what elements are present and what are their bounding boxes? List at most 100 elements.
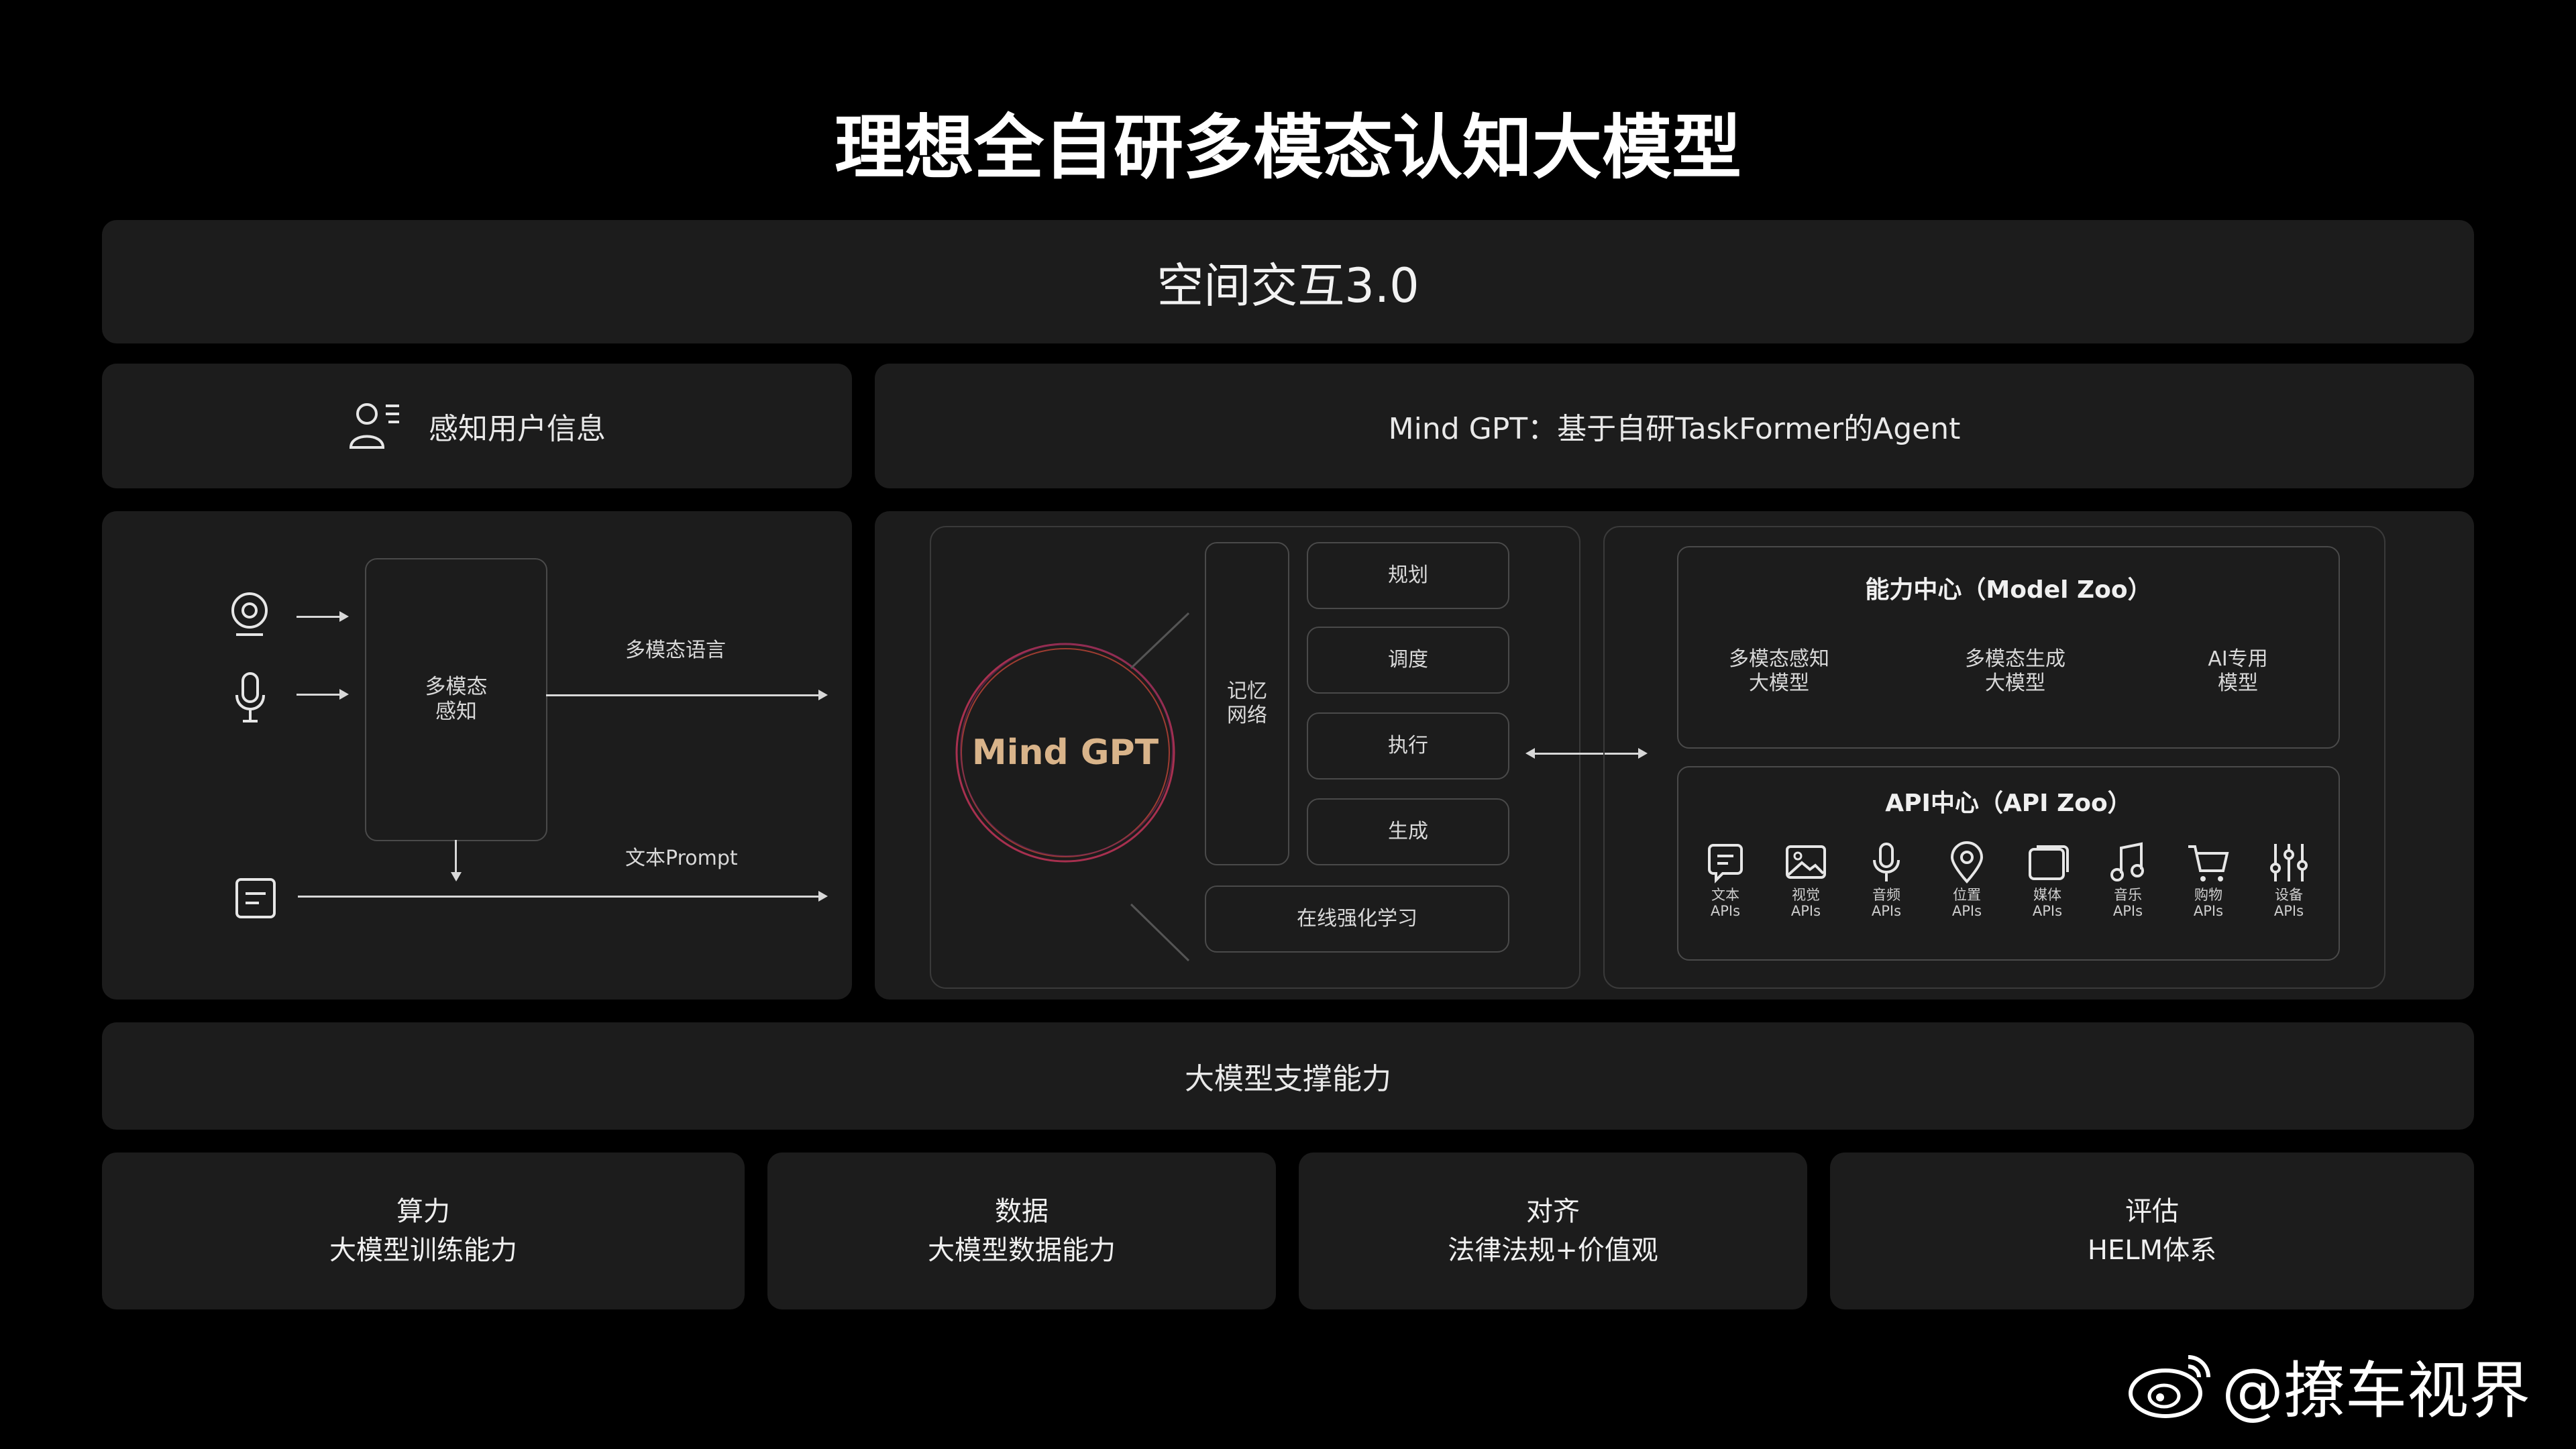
capability-item-line1: 多模态生成: [1965, 647, 2065, 671]
arrow-head-left-icon: [1525, 748, 1535, 759]
user-profile-icon: [349, 403, 399, 449]
capability-center-box: 能力中心（Model Zoo） 多模态感知 大模型 多模态生成 大模型 AI专用…: [1677, 546, 2340, 749]
api-item-line2: APIs: [2112, 903, 2143, 920]
music-note-icon: [2110, 842, 2144, 881]
api-item: 音频 APIs: [1860, 841, 1913, 942]
capability-item-line2: 模型: [2218, 672, 2258, 695]
api-item-line1: 音频: [1872, 887, 1900, 903]
capability-item: 多模态感知 大模型: [1692, 641, 1866, 702]
multimodal-perception-line1: 多模态: [425, 674, 488, 699]
api-item: 设备 APIs: [2262, 841, 2316, 942]
step-generation-label: 生成: [1388, 820, 1428, 843]
api-item: 位置 APIs: [1940, 841, 1994, 942]
evaluation-title: 评估: [2125, 1196, 2179, 1227]
step-planning-label: 规划: [1388, 564, 1428, 587]
capability-item-line2: 大模型: [1985, 672, 2045, 695]
api-item-line1: 设备: [2275, 887, 2303, 903]
api-item: 购物 APIs: [2182, 841, 2235, 942]
shopping-cart-icon: [2188, 845, 2229, 881]
arrow-head-icon: [339, 611, 349, 622]
online-rl-label: 在线强化学习: [1297, 907, 1417, 930]
evaluation-subtitle: HELM体系: [2087, 1235, 2217, 1266]
weibo-logo-icon: [2129, 1355, 2210, 1418]
api-item-line2: APIs: [1871, 903, 1902, 920]
text-prompt-label: 文本Prompt: [625, 847, 738, 870]
perceive-user-info-label: 感知用户信息: [429, 412, 606, 446]
multimodal-perception-line2: 感知: [435, 700, 477, 724]
data-panel: 数据 大模型数据能力: [767, 1152, 1276, 1309]
api-item-line1: 音乐: [2114, 887, 2142, 903]
api-item-line1: 位置: [1953, 887, 1981, 903]
api-center-title: API中心（API Zoo）: [1885, 790, 2132, 817]
api-item-line2: APIs: [2273, 903, 2304, 920]
step-planning-box: 规划: [1307, 542, 1509, 609]
spatial-interaction-panel: 空间交互3.0: [102, 220, 2474, 343]
multimodal-perception-box: 多模态 感知: [365, 558, 547, 841]
capability-item: 多模态生成 大模型: [1928, 641, 2102, 702]
api-item: 音乐 APIs: [2101, 841, 2155, 942]
api-item: 文本 APIs: [1699, 841, 1752, 942]
microphone-icon: [1873, 843, 1900, 881]
document-icon: [235, 878, 276, 918]
media-icon: [2029, 845, 2069, 880]
location-pin-icon: [1950, 841, 1984, 883]
perception-panel: 多模态 感知 多模态语言 文本Prompt: [102, 511, 852, 1000]
microphone-icon: [235, 672, 265, 722]
watermark-text: @撩车视界: [2222, 1354, 2531, 1427]
capability-item-line1: AI专用: [2208, 647, 2268, 671]
memory-network-line1: 记忆: [1227, 680, 1267, 703]
alignment-panel: 对齐 法律法规+价值观: [1299, 1152, 1807, 1309]
memory-network-line2: 网络: [1227, 704, 1267, 727]
image-icon: [1786, 845, 1826, 879]
arrow-head-icon: [339, 689, 349, 700]
arrow-head-icon: [818, 891, 828, 902]
mindgpt-agent-label: Mind GPT：基于自研TaskFormer的Agent: [1388, 412, 1961, 446]
alignment-title: 对齐: [1526, 1196, 1580, 1227]
step-generation-box: 生成: [1307, 798, 1509, 865]
compute-title: 算力: [396, 1196, 450, 1227]
capability-item: AI专用 模型: [2157, 641, 2318, 702]
mindgpt-agent-panel: Mind GPT：基于自研TaskFormer的Agent: [875, 364, 2474, 488]
watermark: @撩车视界: [2127, 1348, 2530, 1427]
api-item-line1: 媒体: [2033, 887, 2061, 903]
capability-center-title: 能力中心（Model Zoo）: [1865, 576, 2152, 604]
compute-panel: 算力 大模型训练能力: [102, 1152, 745, 1309]
page-title: 理想全自研多模态认知大模型: [834, 106, 1741, 189]
api-item-line1: 文本: [1711, 887, 1739, 903]
sliders-icon: [2270, 844, 2308, 881]
alignment-subtitle: 法律法规+价值观: [1448, 1235, 1658, 1266]
api-item-line2: APIs: [2032, 903, 2063, 920]
api-item: 视觉 APIs: [1779, 841, 1833, 942]
data-title: 数据: [995, 1196, 1049, 1227]
compute-subtitle: 大模型训练能力: [329, 1235, 517, 1266]
arrow-head-icon: [451, 872, 462, 881]
perceive-user-info-panel: 感知用户信息: [102, 364, 852, 488]
online-rl-box: 在线强化学习: [1205, 885, 1509, 953]
model-support-label: 大模型支撑能力: [1185, 1062, 1391, 1096]
memory-network-box: 记忆 网络: [1205, 542, 1289, 865]
api-item-line1: 购物: [2194, 887, 2222, 903]
spatial-interaction-label: 空间交互3.0: [1157, 258, 1419, 313]
api-center-box: API中心（API Zoo） 文本 APIs 视觉 APIs 音频 APIs 位…: [1677, 766, 2340, 961]
api-item-line1: 视觉: [1792, 887, 1820, 903]
capability-item-line2: 大模型: [1749, 672, 1809, 695]
model-support-panel: 大模型支撑能力: [102, 1022, 2474, 1130]
data-subtitle: 大模型数据能力: [928, 1235, 1116, 1266]
chat-icon: [1708, 844, 1743, 883]
mindgpt-architecture-panel: Mind GPT 记忆 网络 规划 调度 执行 生成 在线强化学习 能力中心（M…: [875, 511, 2474, 1000]
api-item-line2: APIs: [1790, 903, 1821, 920]
step-execution-box: 执行: [1307, 712, 1509, 780]
api-item-line2: APIs: [2193, 903, 2224, 920]
step-scheduling-label: 调度: [1388, 648, 1428, 672]
step-scheduling-box: 调度: [1307, 627, 1509, 694]
api-item: 媒体 APIs: [2021, 841, 2074, 942]
multimodal-language-label: 多模态语言: [625, 639, 726, 662]
arrow-head-icon: [818, 690, 828, 700]
capability-item-line1: 多模态感知: [1729, 647, 1829, 671]
evaluation-panel: 评估 HELM体系: [1830, 1152, 2474, 1309]
api-item-line2: APIs: [1710, 903, 1741, 920]
api-item-line2: APIs: [1951, 903, 1982, 920]
connector-lines: [1130, 612, 1190, 962]
step-execution-label: 执行: [1388, 734, 1428, 757]
camera-icon: [231, 592, 268, 636]
